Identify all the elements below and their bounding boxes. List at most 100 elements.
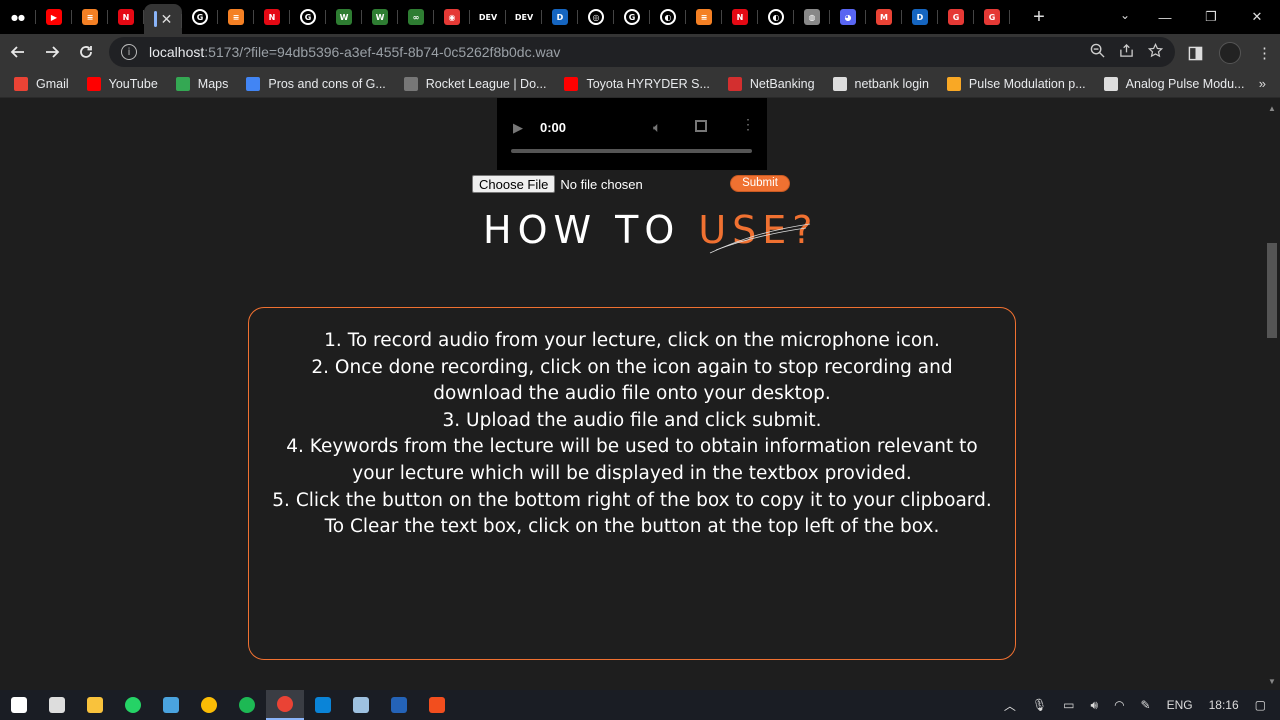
browser-tab[interactable]: DEV [506, 0, 542, 34]
bookmark-item[interactable]: Gmail [14, 76, 69, 91]
taskbar-app[interactable] [152, 690, 190, 720]
page-scrollbar[interactable]: ▲ ▼ [1264, 98, 1280, 690]
play-icon[interactable]: ▶ [513, 120, 523, 136]
side-panel-icon[interactable] [1188, 46, 1203, 61]
maps-icon [175, 76, 190, 91]
browser-tab[interactable]: ▶ [36, 0, 72, 34]
wifi-icon[interactable]: ◠ [1114, 698, 1124, 712]
browser-tab[interactable]: M [866, 0, 902, 34]
browser-tab[interactable]: G [182, 0, 218, 34]
speaker-icon[interactable]: 🔊︎ [1091, 698, 1099, 713]
taskbar-app[interactable] [0, 690, 38, 720]
browser-tab[interactable]: ≡ [686, 0, 722, 34]
choose-file-button[interactable]: Choose File [472, 175, 556, 193]
browser-tab[interactable]: G [938, 0, 974, 34]
bookmark-item[interactable]: Pulse Modulation p... [946, 76, 1086, 91]
browser-tab[interactable]: ◐ [758, 0, 794, 34]
close-window-icon[interactable]: ✕ [1234, 0, 1280, 34]
browser-tab[interactable]: ◎ [578, 0, 614, 34]
browser-tab[interactable]: ✕ [144, 4, 182, 34]
pen-icon[interactable]: ✎ [1141, 698, 1151, 712]
share-icon[interactable] [1119, 43, 1134, 58]
close-tab-icon[interactable]: ✕ [161, 11, 173, 28]
zoom-icon[interactable] [1090, 43, 1105, 58]
browser-tab[interactable]: N [722, 0, 758, 34]
browser-tab[interactable]: G [974, 0, 1010, 34]
bookmark-item[interactable]: netbank login [832, 76, 929, 91]
forward-button[interactable] [36, 36, 68, 68]
profile-avatar[interactable] [1219, 42, 1241, 64]
taskbar-app[interactable] [342, 690, 380, 720]
audio-player[interactable]: ▶ 0:00 🔈︎ ⋮ [497, 98, 767, 170]
browser-tab[interactable]: ●● [0, 0, 36, 34]
more-bookmarks-icon[interactable]: » [1259, 76, 1266, 91]
language-indicator[interactable]: ENG [1167, 698, 1193, 712]
browser-tab[interactable]: N [254, 0, 290, 34]
taskbar-app[interactable] [38, 690, 76, 720]
url-text[interactable]: localhost:5173/?file=94db5396-a3ef-455f-… [149, 44, 560, 60]
browser-tab[interactable]: G [614, 0, 650, 34]
browser-tab[interactable]: D [542, 0, 578, 34]
audio-progress-track[interactable] [511, 149, 752, 153]
taskbar-app[interactable] [228, 690, 266, 720]
browser-tab[interactable]: W [362, 0, 398, 34]
taskbar-app[interactable] [304, 690, 342, 720]
browser-tab[interactable]: ≡ [218, 0, 254, 34]
taskbar-app[interactable] [418, 690, 456, 720]
instruction-line: 5. Click the button on the bottom right … [272, 489, 992, 538]
reload-button[interactable] [70, 36, 102, 68]
browser-tab[interactable]: DEV [470, 0, 506, 34]
browser-tab[interactable]: ≡ [72, 0, 108, 34]
notifications-icon[interactable]: ▢ [1255, 698, 1266, 712]
taskbar-app[interactable] [76, 690, 114, 720]
browser-tab[interactable]: ◍ [794, 0, 830, 34]
taskbar-app[interactable] [266, 690, 304, 720]
address-bar[interactable]: i localhost:5173/?file=94db5396-a3ef-455… [109, 37, 1175, 67]
tab-separator [1009, 10, 1010, 24]
bookmark-label: Maps [197, 76, 229, 91]
bookmark-item[interactable]: Pros and cons of G... [246, 76, 386, 91]
instruction-line: 1. To record audio from your lecture, cl… [324, 330, 940, 351]
bookmark-item[interactable]: Analog Pulse Modu... [1103, 76, 1244, 91]
bookmark-item[interactable]: NetBanking [727, 76, 815, 91]
tab-search-icon[interactable]: ⌄ [1120, 8, 1130, 22]
taskbar-app[interactable] [380, 690, 418, 720]
volume-icon[interactable]: 🔈︎ [653, 119, 661, 136]
browser-tab[interactable]: ◐ [650, 0, 686, 34]
back-button[interactable] [2, 36, 34, 68]
browser-tab[interactable]: D [902, 0, 938, 34]
scroll-up-icon[interactable]: ▲ [1268, 104, 1276, 113]
fullscreen-icon[interactable] [695, 120, 707, 132]
file-input[interactable]: Choose File No file chosen [472, 175, 643, 193]
taskbar-app[interactable] [114, 690, 152, 720]
tray-overflow-icon[interactable]: ︿ [1004, 697, 1016, 714]
minimize-icon[interactable]: — [1142, 0, 1188, 34]
browser-tab[interactable]: N [108, 0, 144, 34]
google-icon: G [624, 9, 640, 25]
page-content: ▶ 0:00 🔈︎ ⋮ Choose File No file chosen S… [0, 98, 1264, 690]
browser-tab[interactable]: W [326, 0, 362, 34]
chrome-icon: ◎ [588, 9, 604, 25]
bookmark-item[interactable]: YouTube [86, 76, 158, 91]
browser-tab[interactable]: ∞ [398, 0, 434, 34]
submit-button[interactable]: Submit [730, 175, 790, 192]
new-tab-button[interactable]: + [1024, 6, 1054, 29]
restore-icon[interactable]: ❐ [1188, 0, 1234, 34]
bookmark-item[interactable]: Maps [175, 76, 229, 91]
browser-tab[interactable]: ◕ [830, 0, 866, 34]
more-options-icon[interactable]: ⋮ [741, 117, 755, 131]
clock[interactable]: 18:16 [1209, 698, 1239, 712]
battery-icon[interactable]: ▭ [1063, 698, 1074, 712]
bookmark-star-icon[interactable] [1148, 43, 1163, 58]
bookmark-item[interactable]: Rocket League | Do... [403, 76, 546, 91]
window-controls: — ❐ ✕ [1142, 0, 1280, 34]
taskbar-app[interactable] [190, 690, 228, 720]
scroll-thumb[interactable] [1267, 243, 1277, 338]
browser-tab[interactable]: G [290, 0, 326, 34]
site-info-icon[interactable]: i [121, 44, 137, 60]
microphone-icon[interactable]: 🎙︎ [1032, 698, 1047, 712]
bookmark-item[interactable]: Toyota HYRYDER S... [564, 76, 710, 91]
browser-menu-icon[interactable]: ⋮ [1257, 44, 1272, 62]
browser-tab[interactable]: ◉ [434, 0, 470, 34]
scroll-down-icon[interactable]: ▼ [1268, 677, 1276, 686]
